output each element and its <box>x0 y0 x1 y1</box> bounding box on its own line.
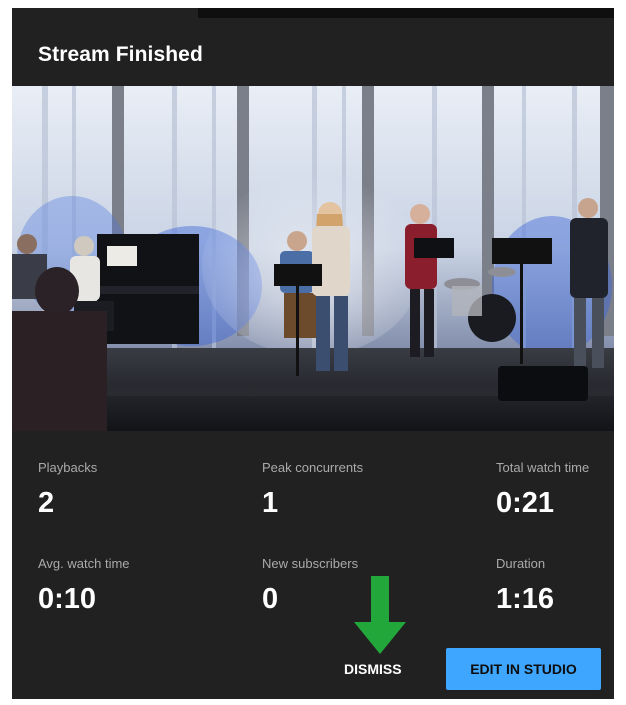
stat-label: New subscribers <box>262 556 359 571</box>
stat-value: 2 <box>38 487 55 519</box>
stat-peak-concurrents: Peak concurrents 1 <box>262 460 363 520</box>
stat-value: 0:21 <box>496 487 555 519</box>
stage-image <box>12 86 614 431</box>
stream-finished-dialog: Stream Finished Playbacks 2 Peak concurr… <box>12 8 614 699</box>
dialog-title: Stream Finished <box>38 43 203 66</box>
edit-in-studio-button[interactable]: EDIT IN STUDIO <box>446 648 601 690</box>
stat-new-subscribers: New subscribers 0 <box>262 556 358 616</box>
stat-avg-watch-time: Avg. watch time 0:10 <box>38 556 130 616</box>
stat-duration: Duration 1:16 <box>496 556 554 616</box>
top-strip <box>198 8 614 18</box>
stat-label: Total watch time <box>496 460 590 475</box>
stat-value: 1:16 <box>496 583 555 615</box>
stat-label: Peak concurrents <box>262 460 364 475</box>
stat-total-watch-time: Total watch time 0:21 <box>496 460 589 520</box>
dismiss-button[interactable]: DISMISS <box>334 649 412 689</box>
down-arrow-icon <box>354 576 406 654</box>
stat-value: 0 <box>262 583 279 615</box>
stat-label: Avg. watch time <box>38 556 130 571</box>
stat-playbacks: Playbacks 2 <box>38 460 97 520</box>
stream-thumbnail[interactable] <box>12 86 614 431</box>
stat-value: 1 <box>262 487 279 519</box>
stat-label: Duration <box>496 556 546 571</box>
stat-label: Playbacks <box>38 460 98 475</box>
stat-value: 0:10 <box>38 583 97 615</box>
